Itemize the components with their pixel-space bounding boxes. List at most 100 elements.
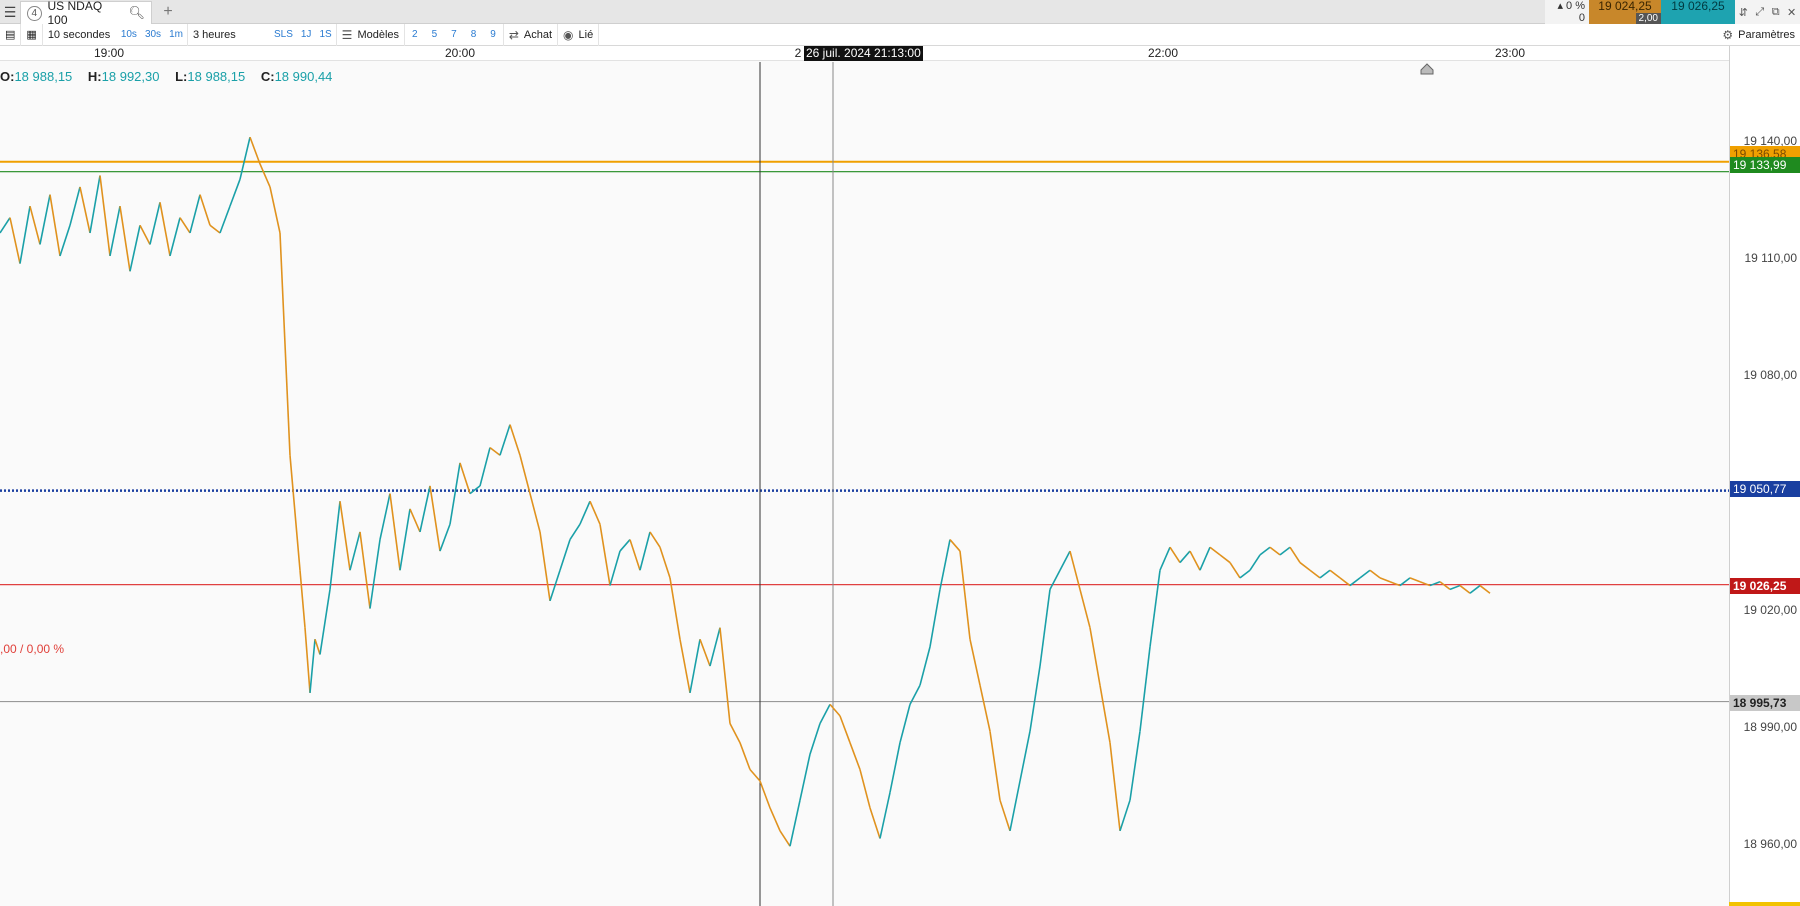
close-icon[interactable]: ✕ bbox=[1787, 6, 1796, 19]
price-segment bbox=[1279, 546, 1291, 556]
price-segment bbox=[89, 175, 101, 234]
linked-button[interactable]: ◉ Lié bbox=[558, 23, 600, 46]
price-segment bbox=[9, 217, 21, 264]
price-segment bbox=[289, 455, 301, 571]
chart-canvas[interactable] bbox=[0, 62, 1729, 906]
price-segment bbox=[539, 531, 551, 602]
open-value: 18 988,15 bbox=[14, 69, 73, 84]
detach-icon[interactable]: ⧉ bbox=[1772, 6, 1780, 19]
period-1j[interactable]: 1J bbox=[297, 24, 316, 46]
preset-7[interactable]: 7 bbox=[444, 24, 464, 46]
list-view-button[interactable]: ▤ bbox=[0, 23, 22, 46]
price-segment bbox=[409, 508, 421, 533]
search-icon[interactable]: 🔍︎ bbox=[128, 5, 145, 21]
linked-label: Lié bbox=[578, 28, 594, 41]
add-tab-button[interactable]: + bbox=[158, 0, 178, 24]
preset-8[interactable]: 8 bbox=[464, 24, 484, 46]
price-segment bbox=[1319, 569, 1331, 579]
low-value: 18 988,15 bbox=[187, 69, 246, 84]
price-segment bbox=[1179, 550, 1191, 564]
price-segment bbox=[519, 455, 531, 494]
eye-icon: ◉ bbox=[563, 27, 574, 42]
time-label: 23:00 bbox=[1494, 46, 1526, 60]
preset-5[interactable]: 5 bbox=[425, 24, 445, 46]
templates-button[interactable]: ☰ Modèles bbox=[337, 23, 406, 46]
layout-button[interactable]: ▦ bbox=[21, 23, 43, 46]
price-segment bbox=[459, 462, 471, 494]
price-segment bbox=[1299, 561, 1311, 571]
interval-30s[interactable]: 30s bbox=[141, 24, 165, 46]
price-segment bbox=[1059, 550, 1071, 571]
price-segment bbox=[1379, 577, 1391, 583]
change-abs: 0 bbox=[1578, 12, 1585, 24]
price-segment bbox=[169, 217, 181, 257]
price-segment bbox=[314, 638, 321, 655]
price-segment bbox=[699, 638, 711, 667]
price-segment bbox=[69, 186, 81, 226]
price-segment bbox=[59, 225, 71, 257]
price-tick: 19 020,00 bbox=[1743, 603, 1797, 617]
interval-1m[interactable]: 1m bbox=[165, 23, 188, 46]
crosshair-date-label: 26 juil. 2024 21:13:00 bbox=[804, 46, 923, 61]
price-segment bbox=[1159, 546, 1171, 571]
arrows-icon[interactable]: ⇵ bbox=[1739, 6, 1748, 19]
price-segment bbox=[429, 485, 441, 552]
price-segment bbox=[109, 205, 121, 257]
price-segment bbox=[1359, 569, 1371, 579]
buy-mode-button[interactable]: ⇄ Achat bbox=[504, 23, 559, 46]
price-segment bbox=[1459, 584, 1471, 594]
preset-2[interactable]: 2 bbox=[405, 24, 425, 46]
price-segment bbox=[149, 202, 161, 245]
period-sls[interactable]: SLS bbox=[270, 24, 297, 46]
price-segment bbox=[729, 723, 741, 744]
price-segment bbox=[304, 627, 311, 693]
high-value: 18 992,30 bbox=[101, 69, 160, 84]
price-segment bbox=[679, 639, 691, 694]
price-segment bbox=[769, 807, 781, 832]
price-segment bbox=[1479, 584, 1491, 594]
time-marker-icon[interactable] bbox=[1420, 63, 1434, 75]
period-select[interactable]: 3 heures bbox=[188, 24, 270, 46]
price-segment bbox=[669, 577, 681, 640]
interval-10s[interactable]: 10s bbox=[117, 24, 141, 46]
minimize-icon[interactable]: ⤢ bbox=[1755, 6, 1764, 19]
chart-toolbar: ▤ ▦ 10 secondes 10s 30s 1m 3 heures SLS … bbox=[0, 23, 1800, 46]
price-segment bbox=[1249, 554, 1261, 571]
ohlc-readout: O:18 988,15 H:18 992,30 L:18 988,15 C:18… bbox=[0, 69, 344, 84]
price-segment bbox=[1219, 554, 1231, 564]
price-segment bbox=[479, 447, 491, 487]
price-segment bbox=[999, 799, 1011, 832]
price-segment bbox=[649, 531, 661, 548]
open-label: O: bbox=[0, 69, 15, 84]
price-segment bbox=[1409, 577, 1421, 583]
price-segment bbox=[389, 493, 401, 571]
price-segment bbox=[29, 205, 41, 245]
hamburger-icon[interactable]: ☰ bbox=[0, 0, 20, 24]
close-label: C: bbox=[260, 69, 275, 84]
tab-us-ndaq-100[interactable]: 4 US NDAQ 100 🔍︎ bbox=[20, 0, 152, 27]
price-segment bbox=[709, 627, 721, 667]
low-label: L: bbox=[175, 69, 188, 84]
price-segment bbox=[359, 531, 371, 609]
price-segment bbox=[689, 639, 701, 694]
price-axis[interactable]: 19 140,00 19 110,00 19 080,00 19 020,00 … bbox=[1729, 46, 1800, 906]
price-segment bbox=[949, 539, 961, 552]
price-chart[interactable]: ,00 / 0,00 % bbox=[0, 62, 1729, 906]
sell-price-button[interactable]: 19 024,25 2,00 bbox=[1589, 0, 1661, 24]
price-segment bbox=[1039, 589, 1051, 667]
price-segment bbox=[269, 186, 281, 234]
price-segment bbox=[739, 742, 751, 770]
price-segment bbox=[1199, 546, 1211, 571]
trading-app: ☰ 4 US NDAQ 100 🔍︎ + ▴ 0 % 0 19 024,25 2… bbox=[0, 0, 1800, 906]
price-segment bbox=[1139, 646, 1151, 732]
price-segment bbox=[719, 627, 731, 724]
period-1s[interactable]: 1S bbox=[315, 23, 337, 46]
buy-price-button[interactable]: 19 026,25 bbox=[1661, 0, 1735, 24]
settings-button[interactable]: ⚙ Paramètres bbox=[1717, 24, 1800, 46]
interval-select[interactable]: 10 secondes bbox=[43, 24, 117, 46]
preset-9[interactable]: 9 bbox=[483, 23, 504, 46]
price-segment bbox=[419, 485, 431, 533]
axis-scrollbar[interactable] bbox=[1729, 902, 1800, 906]
price-segment bbox=[319, 589, 331, 655]
price-segment bbox=[469, 485, 481, 495]
